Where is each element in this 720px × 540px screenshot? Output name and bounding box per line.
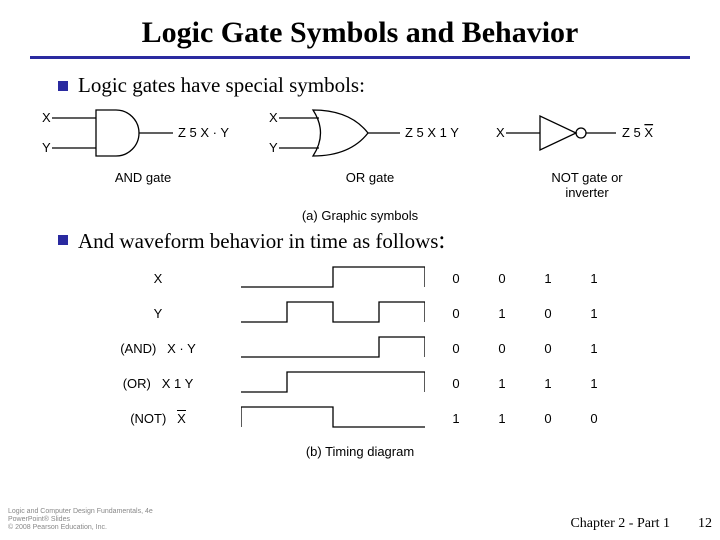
bullet-icon (58, 81, 68, 91)
timing-value: 0 (571, 401, 617, 436)
or-gate-icon: X Y Z 5 X 1 Y (265, 104, 475, 166)
timing-row: Y0101 (103, 296, 617, 331)
timing-value: 0 (433, 296, 479, 331)
or-out: Z 5 X 1 Y (405, 125, 459, 140)
slide-title: Logic Gate Symbols and Behavior (30, 16, 690, 50)
timing-row-label: Y (103, 296, 223, 331)
timing-value: 0 (433, 261, 479, 296)
or-gate-block: X Y Z 5 X 1 Y OR gate (265, 104, 475, 200)
or-gate-label: OR gate (265, 170, 475, 185)
chapter-label: Chapter 2 - Part 1 (570, 516, 670, 532)
timing-value: 1 (571, 296, 617, 331)
and-gate-icon: X Y Z 5 X · Y (38, 104, 248, 166)
title-underline (30, 56, 690, 59)
timing-value: 0 (525, 331, 571, 366)
timing-value: 0 (479, 331, 525, 366)
timing-row: (OR) X 1 Y0111 (103, 366, 617, 401)
footer-credits: Logic and Computer Design Fundamentals, … (8, 508, 153, 532)
timing-row-label: (OR) X 1 Y (103, 366, 223, 401)
bullet-2: And waveform behavior in time as follows… (58, 227, 690, 255)
timing-value: 1 (525, 366, 571, 401)
not-gate-icon: X Z 5 X (492, 104, 682, 166)
caption-b: (b) Timing diagram (30, 444, 690, 459)
timing-row-label: X (103, 261, 223, 296)
not-out: Z 5 X (622, 125, 653, 140)
bullet-2-text: And waveform behavior in time as follows… (78, 227, 445, 255)
and-in-b: Y (42, 140, 51, 155)
not-in: X (496, 125, 505, 140)
timing-value: 1 (479, 366, 525, 401)
timing-value: 1 (433, 401, 479, 436)
timing-diagram: X0011Y0101(AND) X · Y0001(OR) X 1 Y0111(… (30, 261, 690, 436)
or-in-a: X (269, 110, 278, 125)
timing-waveform (223, 401, 433, 436)
timing-waveform (223, 366, 433, 401)
timing-value: 0 (525, 401, 571, 436)
timing-value: 1 (525, 261, 571, 296)
timing-row-label: (AND) X · Y (103, 331, 223, 366)
bullet-icon (58, 235, 68, 245)
timing-value: 0 (479, 261, 525, 296)
and-out: Z 5 X · Y (178, 125, 229, 140)
bullet-1: Logic gates have special symbols: (58, 73, 690, 98)
and-gate-block: X Y Z 5 X · Y AND gate (38, 104, 248, 200)
timing-value: 1 (571, 261, 617, 296)
not-gate-block: X Z 5 X NOT gate orinverter (492, 104, 682, 200)
timing-value: 1 (571, 331, 617, 366)
timing-value: 0 (433, 366, 479, 401)
timing-value: 1 (571, 366, 617, 401)
and-gate-label: AND gate (38, 170, 248, 185)
timing-value: 1 (479, 401, 525, 436)
page-number: 12 (698, 516, 712, 532)
timing-row: (AND) X · Y0001 (103, 331, 617, 366)
timing-value: 0 (525, 296, 571, 331)
timing-row-label: (NOT) X (103, 401, 223, 436)
caption-a: (a) Graphic symbols (30, 208, 690, 223)
timing-waveform (223, 261, 433, 296)
timing-waveform (223, 296, 433, 331)
timing-value: 0 (433, 331, 479, 366)
bullet-1-text: Logic gates have special symbols: (78, 73, 365, 98)
timing-waveform (223, 331, 433, 366)
not-gate-label: NOT gate orinverter (492, 170, 682, 200)
and-in-a: X (42, 110, 51, 125)
or-in-b: Y (269, 140, 278, 155)
timing-row: X0011 (103, 261, 617, 296)
timing-row: (NOT) X1100 (103, 401, 617, 436)
timing-value: 1 (479, 296, 525, 331)
gates-row: X Y Z 5 X · Y AND gate X Y Z 5 X 1 Y OR (38, 104, 682, 200)
slide-footer: Logic and Computer Design Fundamentals, … (8, 508, 712, 532)
